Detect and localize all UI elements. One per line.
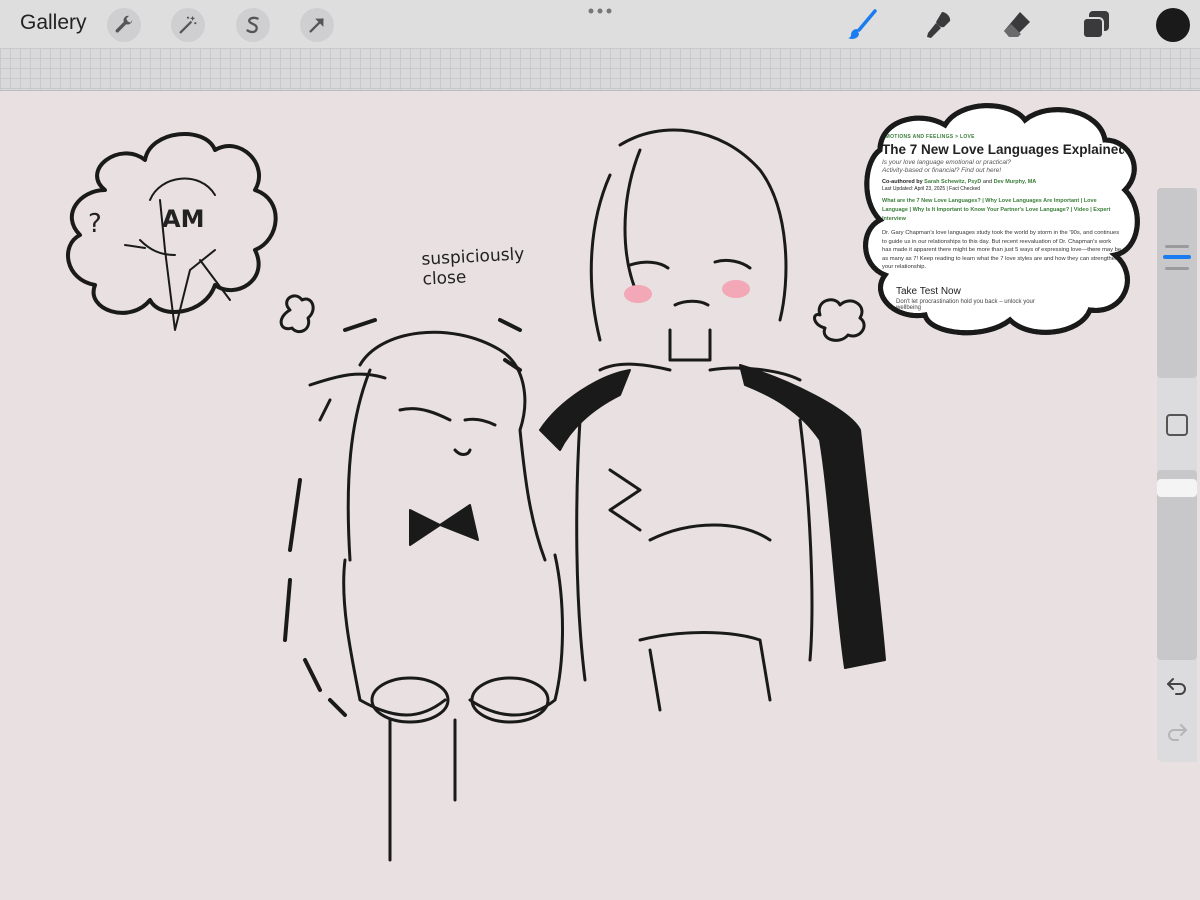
brush-icon[interactable] xyxy=(846,8,880,42)
adjustments-button[interactable] xyxy=(171,8,205,42)
question-mark-text: ? xyxy=(88,209,102,239)
article-subtitle: Is your love language emotional or pract… xyxy=(882,159,1011,174)
selection-button[interactable] xyxy=(236,8,270,42)
article-authors: Co-authored by Sarah Schewitz, PsyD and … xyxy=(882,179,1124,185)
article-body: Dr. Gary Chapman's love languages study … xyxy=(882,230,1122,270)
layers-icon[interactable] xyxy=(1079,8,1113,42)
article-toc: What are the 7 New Love Languages? | Why… xyxy=(882,198,1111,222)
brush-size-slider[interactable] xyxy=(1157,188,1197,378)
more-dots-icon[interactable] xyxy=(588,6,612,16)
actions-button[interactable] xyxy=(107,8,141,42)
redo-icon[interactable] xyxy=(1165,720,1189,744)
article-test-body: Don't let procrastination hold you back … xyxy=(896,298,1035,311)
transform-button[interactable] xyxy=(300,8,334,42)
authors-prefix: Co-authored by xyxy=(882,179,923,185)
selection-icon xyxy=(246,16,259,34)
brush-size-handle[interactable] xyxy=(1161,244,1193,270)
article-last-updated: Last Updated: April 23, 2025 | Fact Chec… xyxy=(882,186,981,192)
author-2: Dev Murphy, MA xyxy=(993,179,1037,185)
article-test-heading: Take Test Now xyxy=(896,285,961,297)
blush-left xyxy=(624,285,652,303)
undo-icon[interactable] xyxy=(1165,674,1189,698)
square-icon[interactable] xyxy=(1166,414,1188,436)
wrench-icon xyxy=(115,15,133,33)
article-breadcrumb: EMOTIONS AND FEELINGS > LOVE xyxy=(882,134,975,140)
top-toolbar: Gallery xyxy=(0,0,1200,48)
authors-and: and xyxy=(982,179,993,185)
right-sidebar xyxy=(1157,188,1197,762)
canvas-ruler-strip xyxy=(0,48,1200,91)
opacity-slider[interactable] xyxy=(1157,470,1197,660)
gallery-button[interactable]: Gallery xyxy=(20,11,87,35)
magic-wand-icon xyxy=(179,15,197,34)
article-title: The 7 New Love Languages Explained xyxy=(882,142,1124,157)
eraser-icon[interactable] xyxy=(1000,8,1034,42)
thought-am-text: AM xyxy=(162,205,205,233)
blush-right xyxy=(722,280,750,298)
color-swatch[interactable] xyxy=(1156,8,1190,42)
author-1: Sarah Schewitz, PsyD xyxy=(924,179,982,185)
pasted-article-image: EMOTIONS AND FEELINGS > LOVE The 7 New L… xyxy=(872,120,1124,320)
annotation-text: suspiciously close xyxy=(421,244,525,290)
opacity-handle[interactable] xyxy=(1157,479,1197,497)
transform-arrow-icon xyxy=(309,18,324,33)
smudge-icon[interactable] xyxy=(922,8,956,42)
